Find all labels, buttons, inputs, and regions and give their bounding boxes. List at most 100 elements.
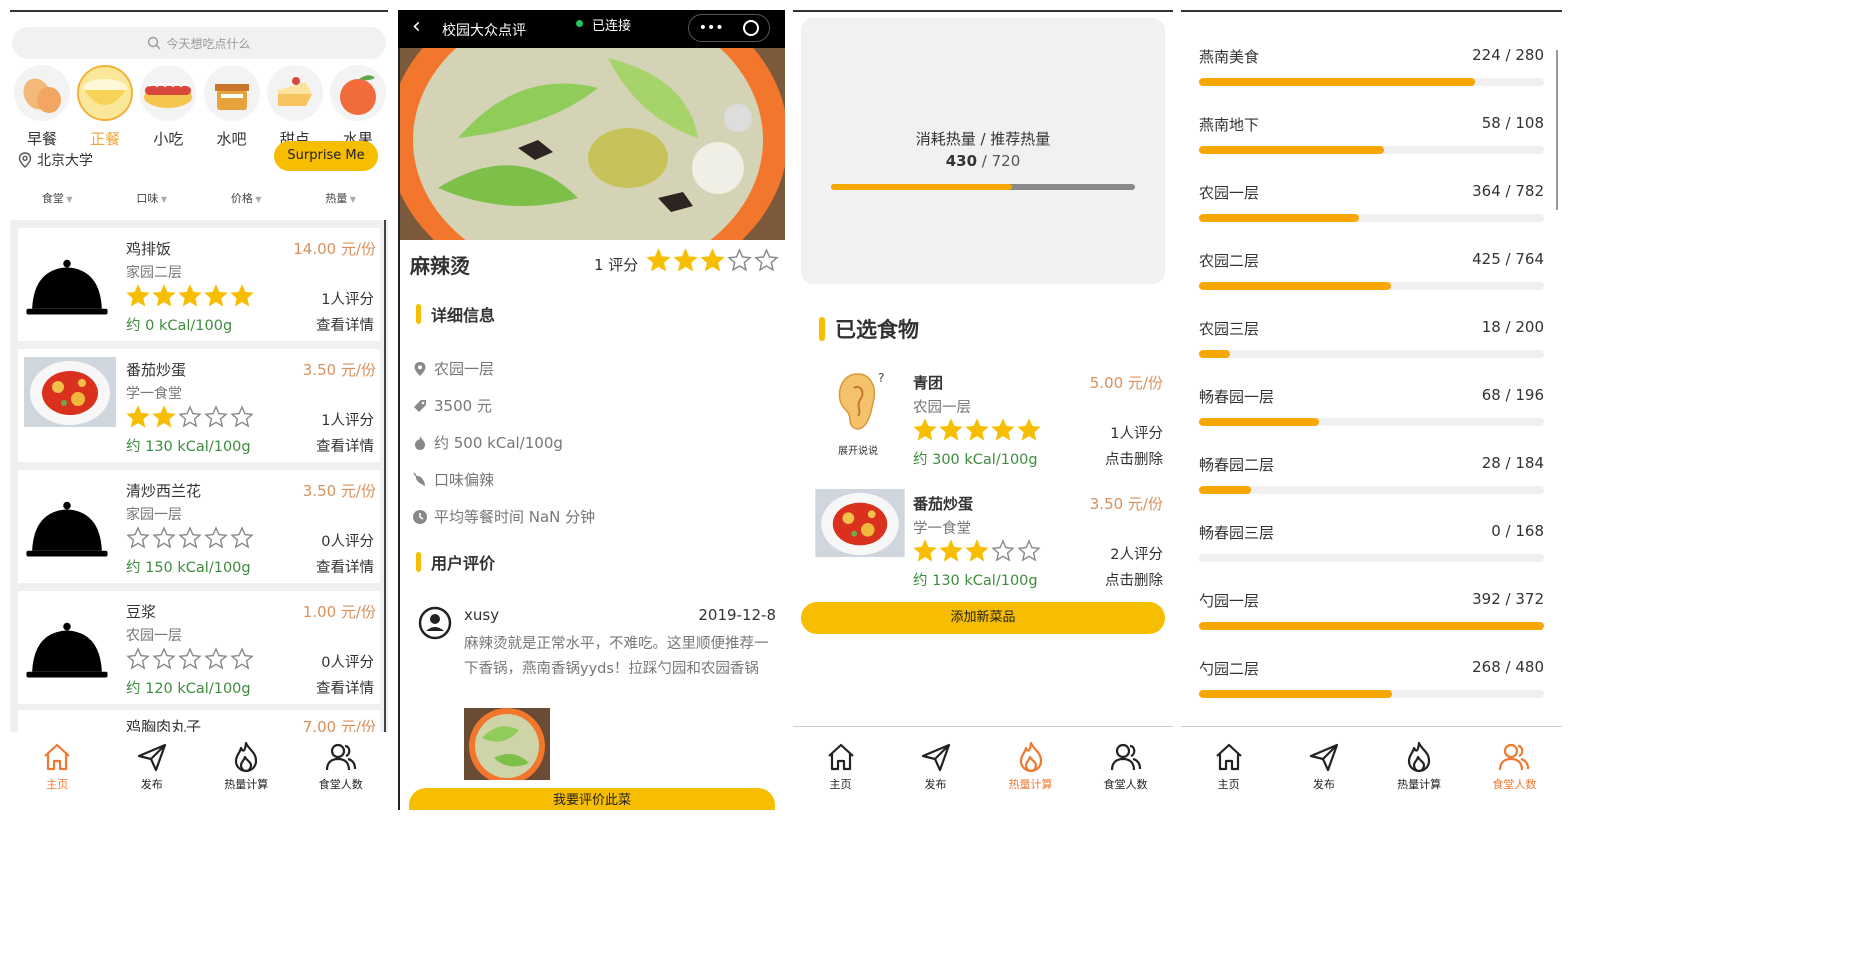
occupancy-fill	[1199, 622, 1544, 630]
list-item[interactable]: 番茄炒蛋 学一食堂 3.50 元/份 1人评分 约 130 kCal/100g …	[18, 349, 380, 462]
tab-canteen[interactable]: 食堂人数	[1078, 740, 1173, 792]
flame-icon	[415, 435, 425, 450]
occupancy-fill	[1199, 418, 1319, 426]
more-icon[interactable]: •••	[699, 20, 724, 36]
tab-home[interactable]: 主页	[1181, 740, 1276, 792]
canteen-row: 农园一层 364 / 782	[1181, 182, 1562, 242]
delete-link[interactable]: 点击删除	[1105, 569, 1163, 590]
category-snack[interactable]: 小吃	[138, 64, 198, 148]
view-detail-link[interactable]: 查看详情	[316, 435, 374, 456]
clock-icon	[413, 509, 427, 524]
search-bar[interactable]: 今天想吃点什么	[12, 27, 386, 59]
dish-image	[24, 498, 110, 568]
write-review-button[interactable]: 我要评价此菜	[409, 788, 775, 810]
star-filled-icon	[700, 248, 725, 272]
dish-name: 番茄炒蛋	[126, 361, 187, 379]
cake-icon	[266, 65, 323, 121]
canteen-count: 364 / 782	[1472, 182, 1544, 200]
filter-label: 食堂	[41, 192, 64, 205]
canteen-row: 农园三层 18 / 200	[1181, 318, 1562, 378]
add-dish-button[interactable]: 添加新菜品	[801, 602, 1165, 634]
svg-text:?: ?	[878, 371, 884, 385]
tab-calorie[interactable]: 热量计算	[1372, 740, 1467, 792]
filter-price[interactable]: 价格 ▼	[231, 190, 262, 206]
dish-price: 1.00 元/份	[302, 603, 376, 621]
star-filled-icon	[126, 284, 150, 307]
scrollbar[interactable]	[384, 220, 386, 740]
category-meal[interactable]: 正餐	[75, 64, 135, 148]
filter-taste[interactable]: 口味 ▼	[136, 190, 167, 206]
rating-count: 2人评分	[1110, 547, 1163, 563]
food-price: 5.00 元/份	[1089, 374, 1163, 392]
tab-bar: 主页 发布 热量计算 食堂人数	[1181, 732, 1562, 810]
calorie-recommended: / 720	[977, 152, 1021, 170]
star-filled-icon	[152, 284, 176, 307]
list-item[interactable]: 清炒西兰花 家园一层 3.50 元/份 0人评分 约 150 kCal/100g…	[18, 470, 380, 583]
tab-home[interactable]: 主页	[793, 740, 888, 792]
tab-canteen[interactable]: 食堂人数	[1467, 740, 1562, 792]
detail-list: 农园一层 3500 元 约 500 kCal/100g 口味偏辣 平均等餐时间 …	[412, 350, 595, 535]
calorie-card: 消耗热量 / 推荐热量 430 / 720	[801, 18, 1165, 284]
tab-calorie[interactable]: 热量计算	[199, 740, 294, 792]
detail-text: 农园一层	[434, 360, 495, 378]
occupancy-fill	[1199, 690, 1392, 698]
tab-publish[interactable]: 发布	[888, 740, 983, 792]
location-row[interactable]: 北京大学	[18, 150, 93, 170]
section-marker	[416, 304, 421, 324]
view-detail-link[interactable]: 查看详情	[316, 556, 374, 577]
detail-text: 平均等餐时间 NaN 分钟	[434, 508, 596, 526]
tab-label: 发布	[140, 778, 163, 791]
star-empty-icon	[1017, 539, 1041, 562]
canteen-count: 224 / 280	[1472, 46, 1544, 64]
tab-home[interactable]: 主页	[10, 740, 105, 792]
caret-down-icon: ▼	[252, 195, 262, 204]
filter-row: 食堂 ▼ 口味 ▼ 价格 ▼ 热量 ▼	[10, 190, 388, 206]
back-icon[interactable]: ‹	[412, 14, 421, 39]
list-item[interactable]: 番茄炒蛋 学一食堂 3.50 元/份 2人评分 约 130 kCal/100g …	[809, 483, 1163, 596]
occupancy-bar	[1199, 554, 1544, 562]
occupancy-fill	[1199, 282, 1391, 290]
top-border	[793, 10, 1173, 12]
flame-icon	[1408, 741, 1431, 773]
filter-canteen[interactable]: 食堂 ▼	[42, 190, 73, 206]
list-item[interactable]: ? 展开说说 青团 农园一层 5.00 元/份 1人评分 约 300 kCal/1…	[809, 362, 1163, 475]
tab-publish[interactable]: 发布	[1276, 740, 1371, 792]
delete-link[interactable]: 点击删除	[1105, 448, 1163, 469]
view-detail-link[interactable]: 查看详情	[316, 314, 374, 335]
list-item[interactable]: 豆浆 农园一层 1.00 元/份 0人评分 约 120 kCal/100g 查看…	[18, 591, 380, 704]
tab-canteen[interactable]: 食堂人数	[294, 740, 389, 792]
calorie-progress-bar	[831, 184, 1135, 190]
star-filled-icon	[230, 284, 254, 307]
calorie-progress-fill	[831, 184, 1013, 190]
tab-publish[interactable]: 发布	[105, 740, 200, 792]
scrollbar[interactable]	[1556, 50, 1558, 210]
tab-label: 发布	[924, 778, 947, 791]
filter-calorie[interactable]: 热量 ▼	[325, 190, 356, 206]
tab-label: 食堂人数	[318, 778, 363, 791]
canteen-name: 勺园二层	[1199, 660, 1260, 678]
screen-home: 今天想吃点什么 早餐 正餐 小吃 水吧 甜点 水果 北京大学 Surprise …	[10, 10, 388, 810]
caret-down-icon: ▼	[347, 195, 357, 204]
star-empty-icon	[152, 647, 176, 670]
section-title: 已选食物	[835, 318, 919, 342]
view-detail-link[interactable]: 查看详情	[316, 677, 374, 698]
list-item[interactable]: 鸡排饭 家园二层 14.00 元/份 1人评分 约 0 kCal/100g 查看…	[18, 228, 380, 341]
category-breakfast[interactable]: 早餐	[12, 64, 72, 148]
tab-calorie[interactable]: 热量计算	[983, 740, 1078, 792]
star-empty-icon	[152, 526, 176, 549]
review-date: 2019-12-8	[698, 606, 776, 624]
category-drinks[interactable]: 水吧	[202, 64, 262, 148]
surprise-me-button[interactable]: Surprise Me	[274, 141, 378, 171]
occupancy-bar	[1199, 214, 1544, 222]
food-location: 学一食堂	[913, 521, 971, 537]
category-dessert[interactable]: 甜点	[265, 64, 325, 148]
review-photo[interactable]	[464, 708, 550, 780]
star-filled-icon	[204, 284, 228, 307]
capsule-menu[interactable]: •••	[688, 14, 770, 42]
close-circle-icon[interactable]	[743, 20, 760, 36]
tab-bar: 主页 发布 热量计算 食堂人数	[793, 732, 1173, 810]
category-fruit[interactable]: 水果	[328, 64, 388, 148]
section-marker	[416, 552, 421, 572]
canteen-row: 农园二层 425 / 764	[1181, 250, 1562, 310]
detail-price: 3500 元	[412, 387, 595, 424]
